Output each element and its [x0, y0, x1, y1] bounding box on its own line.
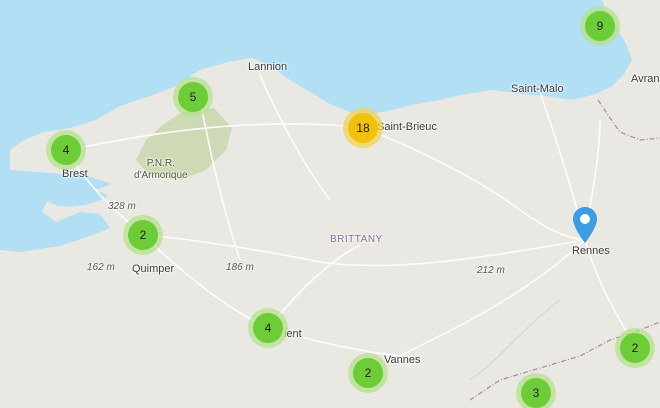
cluster-count: 2 — [620, 333, 650, 363]
marker-cluster[interactable]: 18 — [343, 108, 383, 148]
elevation-label: 186 m — [226, 262, 254, 273]
map-view[interactable]: Lannion Saint-Malo Saint-Brieuc Brest Qu… — [0, 0, 660, 408]
city-label-quimper: Quimper — [132, 263, 175, 275]
elevation-label: 328 m — [108, 201, 136, 212]
elevation-label: 212 m — [477, 265, 505, 276]
region-label: BRITTANY — [330, 234, 383, 245]
marker-cluster[interactable]: 4 — [46, 130, 86, 170]
cluster-count: 9 — [585, 11, 615, 41]
city-label-avranches: Avran — [631, 73, 660, 85]
cluster-count: 5 — [178, 82, 208, 112]
map-pin-icon[interactable] — [573, 207, 597, 248]
cluster-count: 4 — [253, 313, 283, 343]
elevation-label: 162 m — [87, 262, 115, 273]
marker-cluster[interactable]: 4 — [248, 308, 288, 348]
marker-cluster[interactable]: 9 — [580, 6, 620, 46]
cluster-count: 4 — [51, 135, 81, 165]
basemap — [0, 0, 660, 408]
cluster-count: 3 — [521, 378, 551, 408]
marker-cluster[interactable]: 5 — [173, 77, 213, 117]
cluster-count: 18 — [348, 113, 378, 143]
cluster-count: 2 — [353, 358, 383, 388]
city-label-saint-malo: Saint-Malo — [511, 83, 564, 95]
marker-cluster[interactable]: 2 — [348, 353, 388, 393]
marker-cluster[interactable]: 2 — [123, 215, 163, 255]
marker-cluster[interactable]: 3 — [516, 373, 556, 408]
marker-cluster[interactable]: 2 — [615, 328, 655, 368]
cluster-count: 2 — [128, 220, 158, 250]
park-label: P.N.R. d'Armorique — [134, 158, 188, 181]
city-label-saint-brieuc: Saint-Brieuc — [377, 121, 437, 133]
city-label-vannes: Vannes — [384, 354, 421, 366]
city-label-lannion: Lannion — [248, 61, 288, 73]
